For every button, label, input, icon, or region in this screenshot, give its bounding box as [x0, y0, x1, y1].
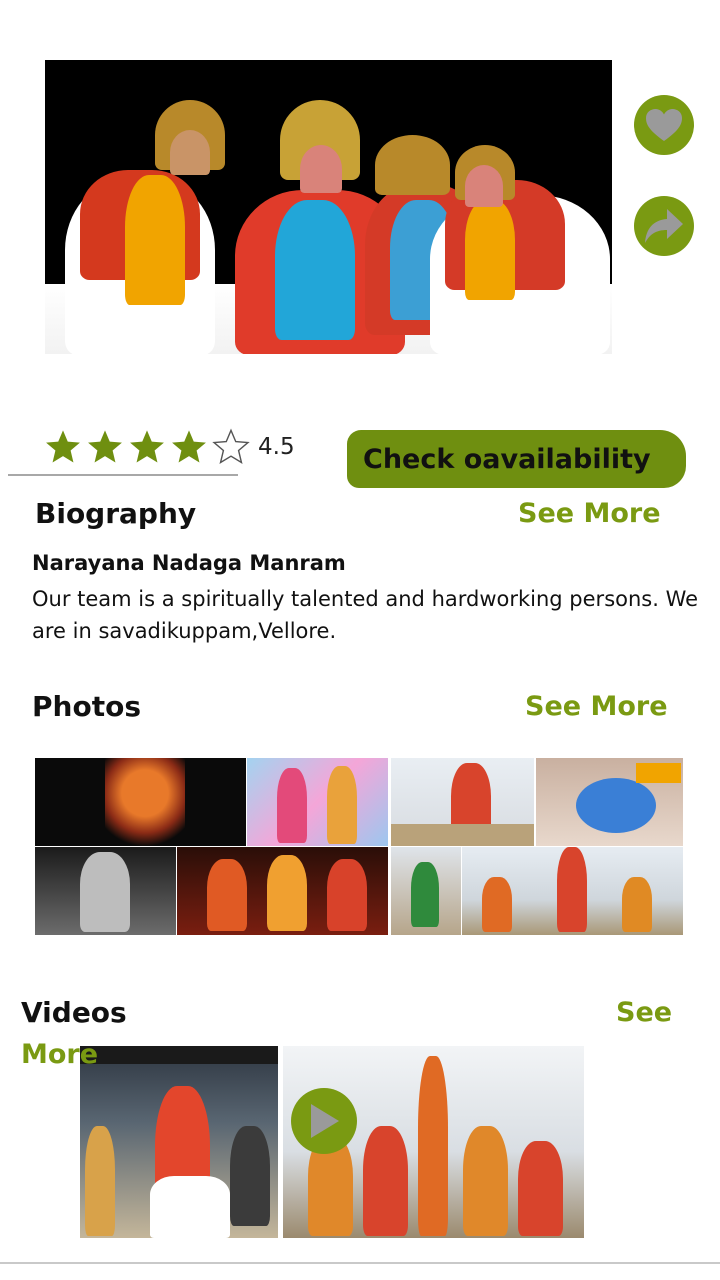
photo-collage[interactable]	[35, 758, 683, 940]
photo-tile[interactable]	[536, 758, 683, 846]
star-filled-icon	[46, 430, 80, 463]
share-button[interactable]	[634, 196, 694, 256]
photo-tile[interactable]	[247, 758, 388, 846]
star-filled-icon	[88, 430, 122, 463]
video-thumbnail[interactable]	[80, 1046, 278, 1238]
rating-divider	[8, 474, 238, 476]
videos-see-more-link-continued[interactable]: More	[21, 1039, 98, 1070]
photo-tile[interactable]	[35, 847, 176, 935]
bottom-divider	[0, 1262, 720, 1264]
videos-title: Videos	[21, 996, 127, 1029]
star-filled-icon	[172, 430, 206, 463]
share-arrow-icon	[645, 209, 683, 243]
biography-see-more-link[interactable]: See More	[518, 498, 661, 529]
biography-text-line2: are in savadikuppam,Vellore.	[32, 619, 337, 643]
videos-see-more-link[interactable]: See	[616, 997, 672, 1028]
biography-title: Biography	[35, 497, 197, 530]
play-icon	[311, 1104, 339, 1138]
biography-text-line1: Our team is a spiritually talented and h…	[32, 587, 699, 611]
photo-tile[interactable]	[391, 758, 534, 846]
photo-tile[interactable]	[391, 847, 461, 935]
rating-value: 4.5	[258, 434, 295, 460]
photos-title: Photos	[32, 690, 141, 723]
play-button[interactable]	[291, 1088, 357, 1154]
photo-tile[interactable]	[35, 758, 246, 846]
photo-tile[interactable]	[462, 847, 683, 935]
photo-tile[interactable]	[177, 847, 388, 935]
rating-stars: 4.5	[44, 428, 295, 466]
favorite-button[interactable]	[634, 95, 694, 155]
heart-icon	[646, 109, 682, 141]
star-empty-icon	[212, 428, 250, 465]
star-filled-icon	[130, 430, 164, 463]
biography-text: Our team is a spiritually talented and h…	[32, 583, 720, 647]
artist-name: Narayana Nadaga Manram	[32, 551, 346, 575]
hero-image	[45, 60, 612, 354]
photos-see-more-link[interactable]: See More	[525, 691, 668, 722]
check-availability-button[interactable]: Check oavailability	[347, 430, 686, 488]
